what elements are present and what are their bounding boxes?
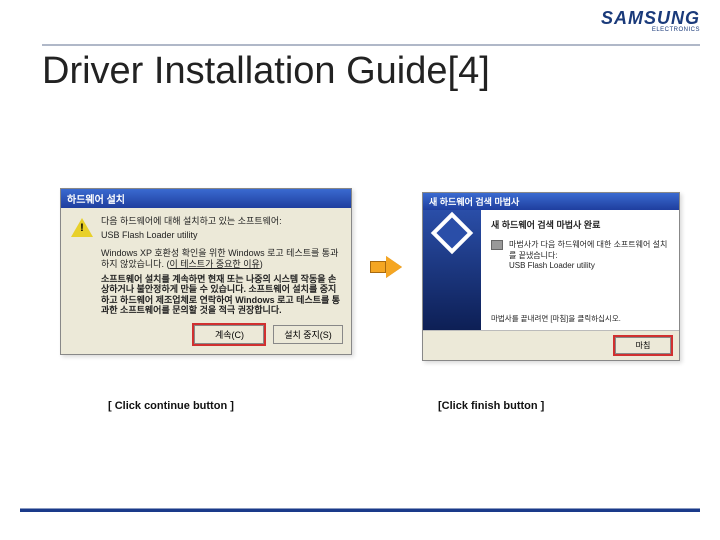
brand-logo: SAMSUNG ELECTRONICS: [601, 8, 700, 33]
wizard-main: 새 하드웨어 검색 마법사 완료 마법사가 다음 하드웨어에 대한 소프트웨어 …: [481, 210, 679, 330]
wizard-heading: 새 하드웨어 검색 마법사 완료: [491, 218, 669, 231]
install-line1: 다음 하드웨어에 대해 설치하고 있는 소프트웨어:: [101, 216, 341, 227]
arrow-right-icon: [370, 256, 404, 278]
wizard-icon: [431, 212, 473, 254]
wizard-foot-instruction: 마법사를 끝내려면 [마침]을 클릭하십시오.: [491, 313, 669, 324]
warning-icon: [71, 218, 93, 240]
bottom-divider: [20, 508, 700, 512]
top-divider: [42, 44, 700, 46]
install-device-name: USB Flash Loader utility: [101, 230, 341, 241]
page-title: Driver Installation Guide[4]: [42, 50, 490, 93]
dialog-button-row: 계속(C) 설치 중지(S): [61, 319, 351, 354]
content-stage: 하드웨어 설치 다음 하드웨어에 대해 설치하고 있는 소프트웨어: USB F…: [60, 188, 690, 408]
compat-line: Windows XP 호환성 확인을 위한 Windows 로고 테스트를 통과…: [101, 248, 341, 271]
caption-right: [Click finish button ]: [438, 400, 544, 412]
wizard-device-name: USB Flash Loader utility: [509, 261, 669, 270]
dialog-titlebar: 새 하드웨어 검색 마법사: [423, 193, 679, 210]
hardware-wizard-complete-dialog: 새 하드웨어 검색 마법사 새 하드웨어 검색 마법사 완료 마법사가 다음 하…: [422, 192, 680, 361]
wizard-side-banner: [423, 210, 481, 330]
wizard-line1: 마법사가 다음 하드웨어에 대한 소프트웨어 설치를 끝냈습니다:: [509, 239, 669, 261]
stop-install-button[interactable]: 설치 중지(S): [273, 325, 343, 344]
brand-name: SAMSUNG: [601, 8, 700, 28]
compat-warning-bold: 소프트웨어 설치를 계속하면 현재 또는 나중의 시스템 작동을 손상하거나 불…: [101, 274, 341, 315]
dialog-text: 다음 하드웨어에 대해 설치하고 있는 소프트웨어: USB Flash Loa…: [101, 216, 341, 315]
dialog-titlebar: 하드웨어 설치: [61, 189, 351, 208]
finish-button[interactable]: 마침: [615, 337, 671, 354]
caption-left: [ Click continue button ]: [108, 400, 234, 412]
usb-icon: [491, 240, 503, 250]
compat-reason-link[interactable]: 이 테스트가 중요한 이유: [169, 259, 259, 269]
hardware-install-dialog: 하드웨어 설치 다음 하드웨어에 대해 설치하고 있는 소프트웨어: USB F…: [60, 188, 352, 355]
wizard-button-row: 마침: [423, 330, 679, 360]
compat-suffix: ): [260, 259, 263, 269]
continue-button[interactable]: 계속(C): [194, 325, 264, 344]
